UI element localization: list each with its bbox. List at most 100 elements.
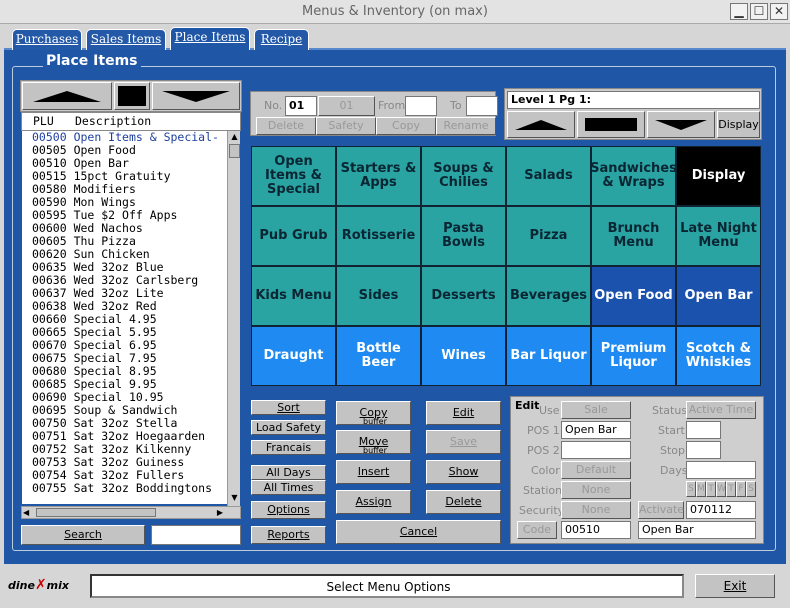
scroll-down-button[interactable] xyxy=(152,82,240,110)
day-toggle[interactable]: W xyxy=(716,481,726,497)
menu-button[interactable]: Open Items & Special xyxy=(251,146,336,206)
day-toggle[interactable]: T xyxy=(726,481,736,497)
insert-button[interactable]: Insert xyxy=(336,460,411,484)
menu-button[interactable]: Brunch Menu xyxy=(591,206,676,266)
menu-button[interactable]: Late Night Menu xyxy=(676,206,761,266)
copy-buffer-label: buffer xyxy=(363,417,387,426)
level-down-button[interactable] xyxy=(647,111,715,138)
name-field[interactable]: Open Bar xyxy=(638,521,756,539)
active-time-button[interactable]: Active Time xyxy=(686,401,756,419)
move-button[interactable]: Move buffer xyxy=(336,430,411,455)
menu-button[interactable]: Premium Liquor xyxy=(591,326,676,386)
all-days-button[interactable]: All Days xyxy=(251,465,326,480)
close-button[interactable]: ✕ xyxy=(770,3,788,20)
menu-button[interactable]: Scotch & Whiskies xyxy=(676,326,761,386)
menu-button[interactable]: Open Bar xyxy=(676,266,761,326)
level-select-button[interactable] xyxy=(577,111,645,138)
maximize-button[interactable]: ☐ xyxy=(750,3,768,20)
from-field[interactable] xyxy=(405,96,437,116)
tab-sales-items[interactable]: Sales Items xyxy=(86,29,166,50)
level-up-button[interactable] xyxy=(507,111,575,138)
h-scroll-thumb[interactable] xyxy=(36,508,156,517)
to-field[interactable] xyxy=(466,96,498,116)
show-button[interactable]: Show xyxy=(426,460,501,484)
delete-page-button[interactable]: Delete xyxy=(256,117,316,135)
menu-button[interactable]: Starters & Apps xyxy=(336,146,421,206)
stop-field[interactable] xyxy=(686,441,721,459)
save-button[interactable]: Save xyxy=(426,430,501,454)
menu-button[interactable]: Desserts xyxy=(421,266,506,326)
scroll-left-icon[interactable]: ◀ xyxy=(23,507,29,518)
scroll-right-icon[interactable]: ▶ xyxy=(217,507,223,518)
menu-button[interactable]: Sides xyxy=(336,266,421,326)
menu-button[interactable]: Bar Liquor xyxy=(506,326,591,386)
day-toggle[interactable]: F xyxy=(736,481,746,497)
exit-button[interactable]: Exit xyxy=(695,574,775,598)
day-toggle[interactable]: T xyxy=(706,481,716,497)
vertical-scrollbar[interactable]: ▲ ▼ xyxy=(227,131,240,506)
plu-description: Wed Nachos xyxy=(73,221,143,235)
load-safety-button[interactable]: Load Safety xyxy=(251,420,326,435)
menu-button[interactable]: Pizza xyxy=(506,206,591,266)
day-toggle[interactable]: S xyxy=(686,481,696,497)
day-toggle[interactable]: S xyxy=(746,481,756,497)
scroll-up-button[interactable] xyxy=(22,82,112,110)
reports-button[interactable]: Reports xyxy=(251,526,326,544)
assign-button[interactable]: Assign xyxy=(336,490,411,514)
menu-button[interactable]: Salads xyxy=(506,146,591,206)
menu-button[interactable]: Open Food xyxy=(591,266,676,326)
scroll-down-icon[interactable]: ▼ xyxy=(229,492,240,503)
copy-page-button[interactable]: Copy xyxy=(376,117,436,135)
tab-purchases[interactable]: Purchases xyxy=(12,29,82,50)
menu-button[interactable]: Soups & Chilies xyxy=(421,146,506,206)
list-item[interactable]: 00755 Sat 32oz Boddingtons xyxy=(22,482,227,495)
tab-place-items[interactable]: Place Items xyxy=(170,27,250,50)
plu-list[interactable]: 00500 Open Items & Special- 00505 Open Fo… xyxy=(22,131,227,504)
options-button[interactable]: Options xyxy=(251,501,326,519)
list-select-button[interactable] xyxy=(114,82,150,110)
sort-button[interactable]: Sort xyxy=(251,400,326,415)
code-field[interactable]: 00510 xyxy=(561,521,631,539)
color-button[interactable]: Default xyxy=(561,461,631,479)
tab-recipe[interactable]: Recipe xyxy=(254,29,309,50)
pos1-field[interactable]: Open Bar xyxy=(561,421,631,439)
menu-button[interactable]: Rotisserie xyxy=(336,206,421,266)
scroll-thumb[interactable] xyxy=(229,144,240,158)
francais-button[interactable]: Francais xyxy=(251,440,326,455)
minimize-button[interactable]: ▁ xyxy=(730,3,748,20)
station-button[interactable]: None xyxy=(561,481,631,499)
menu-button[interactable]: Sandwiches & Wraps xyxy=(590,146,677,206)
horizontal-scrollbar[interactable]: ◀ ▶ xyxy=(21,506,241,519)
day-toggle[interactable]: M xyxy=(696,481,706,497)
display-button[interactable]: Display xyxy=(717,111,760,138)
security-button[interactable]: None xyxy=(561,501,631,519)
days-field[interactable] xyxy=(686,461,756,479)
sale-button[interactable]: Sale xyxy=(561,401,631,419)
menu-button[interactable]: Kids Menu xyxy=(251,266,336,326)
search-button[interactable]: Search xyxy=(21,525,145,545)
plu-code: 00510 xyxy=(32,156,67,170)
pos2-field[interactable] xyxy=(561,441,631,459)
start-field[interactable] xyxy=(686,421,721,439)
menu-button[interactable]: Bottle Beer xyxy=(336,326,421,386)
cancel-button[interactable]: Cancel xyxy=(336,520,501,544)
menu-button[interactable]: Display xyxy=(676,146,761,206)
scroll-up-icon[interactable]: ▲ xyxy=(229,131,240,142)
all-times-button[interactable]: All Times xyxy=(251,480,326,495)
menu-button[interactable]: Draught xyxy=(251,326,336,386)
no-field[interactable]: 01 xyxy=(285,96,317,116)
menu-button[interactable]: Beverages xyxy=(506,266,591,326)
menu-button[interactable]: Pasta Bowls xyxy=(421,206,506,266)
activate-field[interactable]: 070112 xyxy=(686,501,756,519)
activate-button[interactable]: Activate xyxy=(638,501,684,519)
menu-button[interactable]: Pub Grub xyxy=(251,206,336,266)
safety-button[interactable]: Safety xyxy=(316,117,376,135)
edit-button[interactable]: Edit xyxy=(426,401,501,425)
rename-button[interactable]: Rename xyxy=(436,117,496,135)
menu-button[interactable]: Wines xyxy=(421,326,506,386)
level-field: Level 1 Pg 1: xyxy=(507,91,760,109)
code-button[interactable]: Code xyxy=(517,521,557,539)
copy-button[interactable]: Copy buffer xyxy=(336,401,411,426)
search-input[interactable] xyxy=(151,525,241,545)
delete-button[interactable]: Delete xyxy=(426,490,501,514)
